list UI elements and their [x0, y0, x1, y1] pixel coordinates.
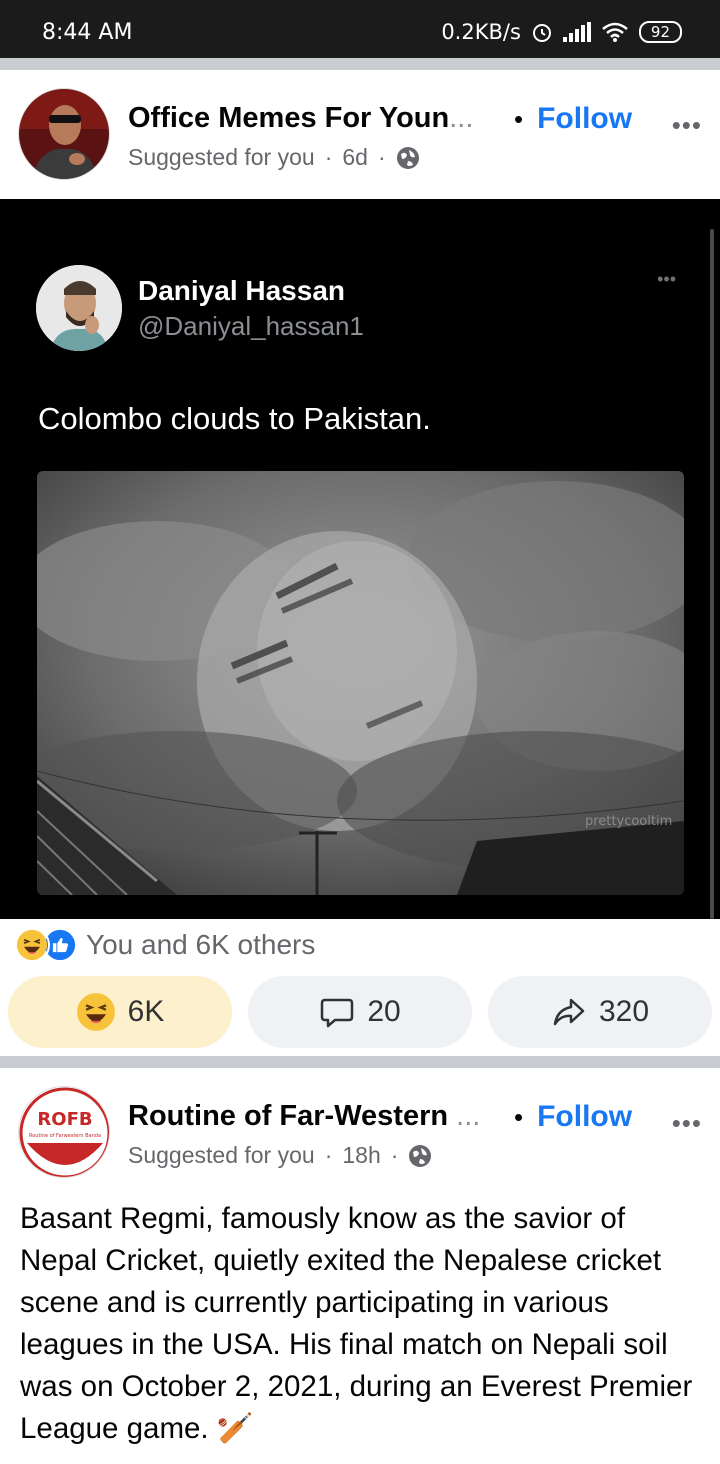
follow-dot: •: [514, 103, 524, 134]
comment-button[interactable]: 20: [248, 976, 472, 1048]
comment-count: 20: [367, 995, 401, 1028]
reactions-text: You and 6K others: [86, 929, 316, 960]
share-count: 320: [598, 995, 650, 1028]
share-button[interactable]: 320: [488, 976, 712, 1048]
page-name-text: Office Memes For Youn: [128, 102, 450, 134]
post-header: ROFB Routine of Farwestern Banda Routine…: [0, 1086, 720, 1196]
feed-separator: [0, 58, 720, 70]
tweet-screenshot: Daniyal Hassan @Daniyal_hassan1 ••• Colo…: [0, 221, 712, 919]
share-icon: [553, 998, 585, 1026]
feed-separator: [0, 1056, 720, 1068]
post-header: Office Memes For Youn... • Follow ••• Su…: [0, 88, 720, 198]
logo-subtext: Routine of Farwestern Banda: [29, 1133, 101, 1139]
name-ellipsis: ...: [449, 102, 474, 134]
react-button[interactable]: 6K: [8, 976, 232, 1048]
post-age: 18h: [342, 1142, 381, 1168]
tweet-avatar: [36, 265, 122, 351]
tweet-author-name: Daniyal Hassan: [138, 275, 345, 306]
post-age: 6d: [342, 144, 368, 170]
page-avatar[interactable]: [18, 88, 110, 180]
post-meta: Suggested for you · 6d ·: [128, 144, 420, 171]
globe-icon: [396, 146, 419, 169]
signal-icon: [562, 22, 591, 42]
haha-reaction-icon: [14, 927, 50, 963]
more-options-icon[interactable]: •••: [672, 1108, 702, 1139]
meta-separator: ·: [324, 1142, 333, 1168]
image-watermark: prettycooltim: [585, 814, 672, 829]
suggested-label: Suggested for you: [128, 144, 315, 170]
cloud-photo: prettycooltim: [37, 471, 684, 895]
haha-reaction-icon: [76, 993, 115, 1031]
status-icons: 0.2KB/s 92: [441, 20, 682, 44]
more-options-icon[interactable]: •••: [672, 110, 702, 141]
react-count: 6K: [127, 995, 165, 1028]
logo-text: ROFB: [37, 1109, 92, 1130]
follow-group: • Follow: [514, 102, 632, 136]
follow-group: • Follow: [514, 1100, 632, 1134]
network-speed: 0.2KB/s: [441, 20, 521, 44]
follow-dot: •: [514, 1101, 524, 1132]
wifi-icon: [602, 22, 628, 42]
post-meta: Suggested for you · 18h ·: [128, 1142, 432, 1169]
follow-button[interactable]: Follow: [537, 1100, 632, 1134]
status-bar: 8:44 AM 0.2KB/s 92: [0, 0, 720, 58]
post-body-text: Basant Regmi, famously know as the savio…: [20, 1202, 693, 1445]
image-scrollbar: [710, 229, 714, 919]
reactions-summary[interactable]: You and 6K others: [14, 926, 315, 964]
suggested-label: Suggested for you: [128, 1142, 315, 1168]
tweet-text: Colombo clouds to Pakistan.: [38, 401, 431, 436]
page-avatar[interactable]: ROFB Routine of Farwestern Banda: [18, 1086, 110, 1178]
meta-separator: ·: [324, 144, 333, 170]
name-ellipsis: ...: [448, 1100, 481, 1132]
post-image[interactable]: Daniyal Hassan @Daniyal_hassan1 ••• Colo…: [0, 199, 720, 919]
meta-separator: ·: [377, 144, 386, 170]
globe-icon: [409, 1144, 432, 1167]
alarm-icon: [532, 24, 551, 42]
tweet-more-icon: •••: [657, 269, 676, 289]
follow-button[interactable]: Follow: [537, 102, 632, 136]
page-name[interactable]: Routine of Far-Western ...: [128, 1100, 480, 1133]
tweet-author-handle: @Daniyal_hassan1: [138, 311, 364, 341]
meta-separator: ·: [390, 1142, 399, 1168]
comment-icon: [321, 998, 354, 1028]
status-time: 8:44 AM: [42, 20, 133, 45]
battery-icon: 92: [638, 21, 682, 43]
page-name[interactable]: Office Memes For Youn...: [128, 102, 473, 135]
page-name-text: Routine of Far-Western: [128, 1100, 449, 1132]
